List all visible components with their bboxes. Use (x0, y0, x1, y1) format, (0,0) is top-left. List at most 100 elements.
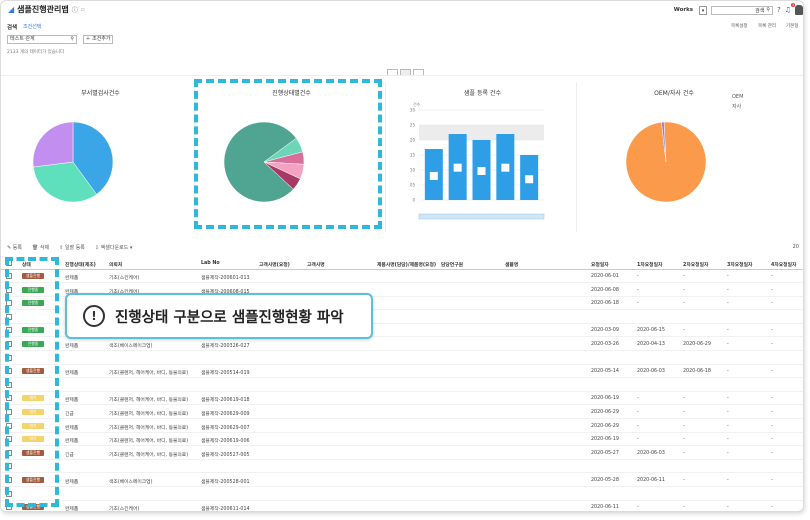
cell-type: 완제품 (65, 276, 79, 281)
cell-lab: 샘플제작-200619-006 (201, 439, 250, 445)
search-input[interactable]: 검색 ⚲ (711, 5, 773, 15)
top-right-controls: Works ▾ 검색 ⚲ ? ♫ 3 (672, 3, 803, 17)
column-header[interactable]: 1차요청일자 (637, 261, 662, 268)
cell-d0: 2020-05-27 (591, 450, 619, 456)
cell-d1: 2020-06-03 (637, 450, 665, 456)
table-row[interactable] (1, 379, 803, 392)
cell-d4: - (771, 478, 773, 483)
cell-d0: 2020-06-11 (591, 505, 619, 511)
table-row[interactable] (1, 352, 803, 365)
page-size[interactable]: 20 (793, 244, 799, 250)
window-icon[interactable]: ▫ (81, 6, 85, 13)
cell-d3: - (727, 437, 729, 443)
cell-type: 완제품 (65, 439, 79, 445)
cell-lab: 샘플제작-200619-018 (201, 398, 250, 404)
cell-lab: 샘플제작-200326-027 (201, 344, 250, 349)
chart-registration: 샘플 등록 건수 30 25 20 15 10 05 0 건수 (389, 82, 577, 232)
table-row[interactable] (1, 488, 803, 501)
column-header[interactable]: 샘플명 (505, 261, 518, 268)
notification-badge: 3 (790, 3, 795, 7)
column-header[interactable]: 제품사명(담당)/제품명(요청) (377, 261, 436, 268)
cell-d1: - (637, 287, 639, 293)
table-row[interactable]: 대기 완제품 기초(클렌저, 헤어케어, 바디, 동물의료) 샘플제작-200619-… (1, 433, 803, 447)
cell-d4: - (771, 437, 773, 443)
column-header[interactable]: Lab No (201, 261, 220, 266)
help-icon[interactable]: ? (777, 6, 781, 14)
column-header[interactable]: 3차요청일자 (727, 261, 752, 268)
condition-tag[interactable]: 조건선택 (23, 23, 41, 30)
cell-d3: - (727, 274, 729, 279)
column-header[interactable]: 4차요청일자 (771, 261, 796, 268)
column-header[interactable]: 2차요청일자 (683, 261, 708, 268)
cell-d0: 2020-03-09 (591, 328, 619, 334)
y-tick-label: 20 (410, 138, 416, 143)
column-header[interactable]: 고객사명 (307, 261, 325, 268)
cell-d1: - (637, 423, 639, 429)
cell-d3: - (727, 301, 729, 307)
excel-download-button[interactable]: ⇩ 엑셀다운로드 ▾ (95, 244, 133, 251)
bar-marker (429, 171, 438, 180)
column-header[interactable]: 진행상태(제조) (65, 261, 96, 268)
table-row[interactable]: 샘플진행 완제품 기초(클렌저, 헤어케어, 바디, 동물의료) 샘플제작-20051… (1, 365, 803, 379)
register-button[interactable]: ✎ 등록 (7, 244, 22, 251)
list-manage-link[interactable]: 목록 관리 (758, 23, 776, 29)
cell-d3: - (727, 423, 729, 429)
cell-d2: - (683, 437, 685, 443)
filter-input[interactable]: 테스트 관계 ⚲ (7, 35, 77, 44)
y-tick-label: 25 (410, 123, 416, 128)
default-view-link[interactable]: 기본형 (786, 23, 798, 29)
table-row[interactable]: 샘플진행 완제품 기초(스킨케어) 샘플제작-200601-013 2020-06-01… (1, 270, 803, 283)
table-row[interactable]: 샘플진행 완제품 색조(베이스메이크업) 샘플제작-200528-001 2020-05… (1, 474, 803, 487)
pie-slice[interactable] (32, 121, 74, 168)
bar-chart-registration: 30 25 20 15 10 05 0 건수 (410, 101, 545, 220)
table-row[interactable] (1, 460, 803, 474)
add-condition-button[interactable]: ＋ 조건추가 (83, 35, 113, 44)
cell-d0: 2020-06-18 (591, 301, 619, 307)
info-icon[interactable]: ⓘ (72, 5, 78, 14)
cell-type: 완제품 (65, 507, 79, 512)
legend-oem: OEM (732, 94, 744, 100)
cell-d2: 2020-06-29 (683, 342, 711, 347)
table-row[interactable]: 대기 완제품 기초(클렌저, 헤어케어, 바디, 동물의료) 샘플제작-200619-… (1, 392, 803, 406)
cell-d2: - (683, 410, 685, 415)
chevron-down-icon[interactable]: ▾ (699, 5, 707, 15)
cell-d1: - (637, 274, 639, 279)
app-logo-icon: ◢ (8, 5, 15, 14)
chart-area: 부서별검사건수 진행상태별건수 샘플 등록 건수 30 25 20 15 10 05 0 건수… (1, 75, 803, 235)
account-selector[interactable]: Works (672, 7, 695, 13)
cell-d3: - (727, 369, 729, 375)
bell-icon[interactable]: ♫ 3 (785, 3, 795, 14)
cell-d2: - (683, 505, 685, 511)
cell-d0: 2020-05-28 (591, 478, 619, 483)
bar-band (419, 125, 544, 140)
cell-d1: 2020-04-13 (637, 342, 665, 347)
cell-d2: - (683, 450, 685, 456)
table-row[interactable]: 대기 긴급 기초(클렌저, 헤어케어, 바디, 동물의료) 샘플제작-200629-0… (1, 406, 803, 419)
highlight-status-chart (194, 79, 382, 229)
table-row[interactable]: 샘플진행 완제품 기초(스킨케어) 샘플제작-200611-014 2020-06-11… (1, 501, 803, 512)
cell-client: 기초(클렌저, 헤어케어, 바디, 동물의료) (109, 412, 189, 417)
chart-scrollbar[interactable] (418, 213, 545, 220)
cell-d1: - (637, 505, 639, 511)
cell-type: 완제품 (65, 371, 79, 377)
table-row[interactable]: 샘플진행 긴급 기초(클렌저, 헤어케어, 바디, 동물의료) 샘플제작-200527… (1, 447, 803, 460)
chart-oem: OEM/자사 건수 OEM 자사 (580, 82, 768, 232)
column-header[interactable]: 담당연구원 (441, 261, 463, 268)
table-row[interactable]: 대기 완제품 기초(클렌저, 헤어케어, 바디, 동물의료) 샘플제작-200629-… (1, 420, 803, 433)
cell-d0: 2020-06-29 (591, 410, 619, 415)
record-count: 2133 개의 데이터가 있습니다 (7, 50, 65, 55)
column-header[interactable]: 요청일자 (591, 261, 609, 268)
cell-d1: - (637, 410, 639, 415)
list-setting-link[interactable]: 목록설정 (731, 23, 748, 29)
search-icon: ⚲ (766, 7, 770, 13)
table-row[interactable]: 진행중 완제품 색조(베이스메이크업) 샘플제작-200326-027 2020-03-… (1, 338, 803, 351)
cell-client: 기초(스킨케어) (109, 276, 140, 281)
search-icon: ⚲ (70, 36, 74, 42)
avatar[interactable] (795, 5, 803, 15)
bulk-register-button[interactable]: ⇪ 일괄 등록 (59, 244, 85, 251)
column-header[interactable]: 의뢰처 (109, 261, 122, 268)
cell-type: 완제품 (65, 344, 79, 349)
chart-department: 부서별검사건수 (7, 82, 195, 232)
column-header[interactable]: 고객사명(요청) (259, 261, 290, 268)
delete-button[interactable]: 🗑 삭제 (32, 244, 49, 251)
